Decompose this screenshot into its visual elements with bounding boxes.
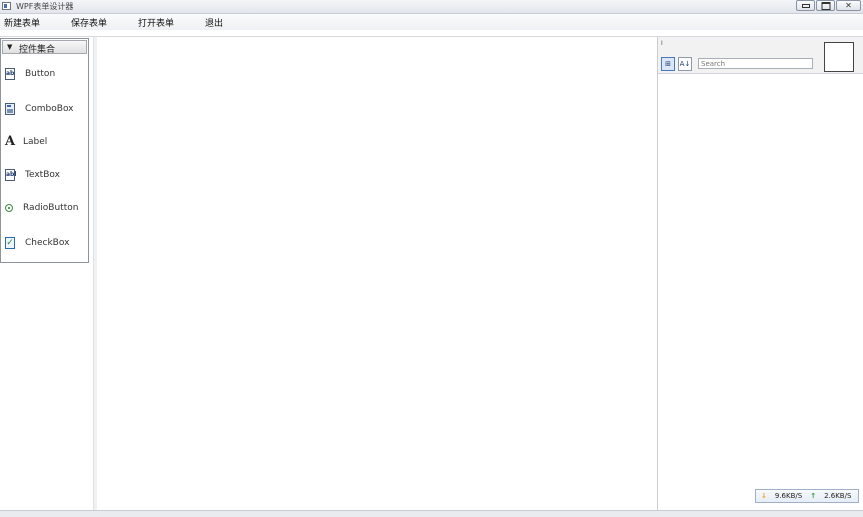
radiobutton-icon — [5, 204, 13, 212]
close-button[interactable]: ✕ — [836, 0, 861, 11]
window-title: WPF表单设计器 — [16, 2, 74, 11]
menu-bar: 新建表单 保存表单 打开表单 退出 — [0, 14, 863, 30]
menu-open-form[interactable]: 打开表单 — [138, 16, 174, 29]
network-speed-widget: ↓ 9.6KB/S ↑ 2.6KB/S — [755, 489, 859, 503]
tool-item-label: Button — [25, 69, 56, 79]
download-speed: 9.6KB/S — [774, 492, 803, 500]
upload-speed: 2.6KB/S — [824, 492, 852, 500]
sort-az-icon: A↓ — [679, 60, 691, 68]
window-controls: ✕ — [796, 0, 861, 11]
tool-item-label: ComboBox — [25, 104, 74, 114]
toolbox-header[interactable]: ▼ 控件集合 — [2, 40, 87, 55]
tool-item-label[interactable]: A Label — [3, 133, 87, 155]
tool-item-label: Label — [23, 137, 48, 147]
restore-icon — [821, 1, 830, 10]
selected-element-name: I — [661, 40, 663, 47]
download-arrow-icon: ↓ — [761, 492, 767, 500]
design-canvas[interactable] — [97, 37, 657, 510]
tool-item-textbox[interactable]: abl TextBox — [3, 166, 87, 188]
menu-exit[interactable]: 退出 — [205, 16, 223, 29]
property-panel: I ⊞ A↓ — [657, 37, 863, 510]
minimize-icon — [801, 3, 810, 8]
property-search-input[interactable] — [698, 58, 813, 69]
tool-item-combobox[interactable]: ComboBox — [3, 100, 87, 122]
tool-item-button[interactable]: ab Button — [3, 65, 87, 87]
button-icon: ab — [5, 68, 15, 80]
property-toolbar: I ⊞ A↓ — [658, 37, 863, 74]
restore-button[interactable] — [816, 0, 835, 11]
tool-item-label: CheckBox — [25, 238, 70, 248]
toolbox-panel: ▼ 控件集合 ab Button ComboBox A Label abl Te… — [0, 38, 89, 263]
upload-arrow-icon: ↑ — [810, 492, 817, 500]
toolbox-title: 控件集合 — [19, 45, 56, 55]
tool-item-checkbox[interactable]: ✓ CheckBox — [3, 234, 87, 256]
textbox-icon: abl — [5, 169, 16, 181]
label-icon: A — [5, 134, 16, 149]
element-preview — [824, 42, 854, 72]
menu-new-form[interactable]: 新建表单 — [4, 16, 40, 29]
triangle-down-icon: ▼ — [7, 43, 13, 51]
close-icon: ✕ — [845, 0, 852, 10]
menu-save-form[interactable]: 保存表单 — [71, 16, 107, 29]
tool-item-label: TextBox — [25, 170, 60, 180]
app-icon — [2, 2, 11, 10]
combobox-icon — [5, 103, 15, 115]
tool-item-label: RadioButton — [23, 203, 79, 213]
minimize-button[interactable] — [796, 0, 815, 11]
tool-item-radiobutton[interactable]: RadioButton — [3, 199, 87, 221]
checkbox-icon: ✓ — [5, 237, 15, 249]
categorized-sort-button[interactable]: ⊞ — [661, 57, 675, 71]
title-bar: WPF表单设计器 ✕ — [0, 0, 863, 14]
categorized-icon: ⊞ — [665, 60, 671, 68]
alphabetical-sort-button[interactable]: A↓ — [678, 57, 692, 71]
